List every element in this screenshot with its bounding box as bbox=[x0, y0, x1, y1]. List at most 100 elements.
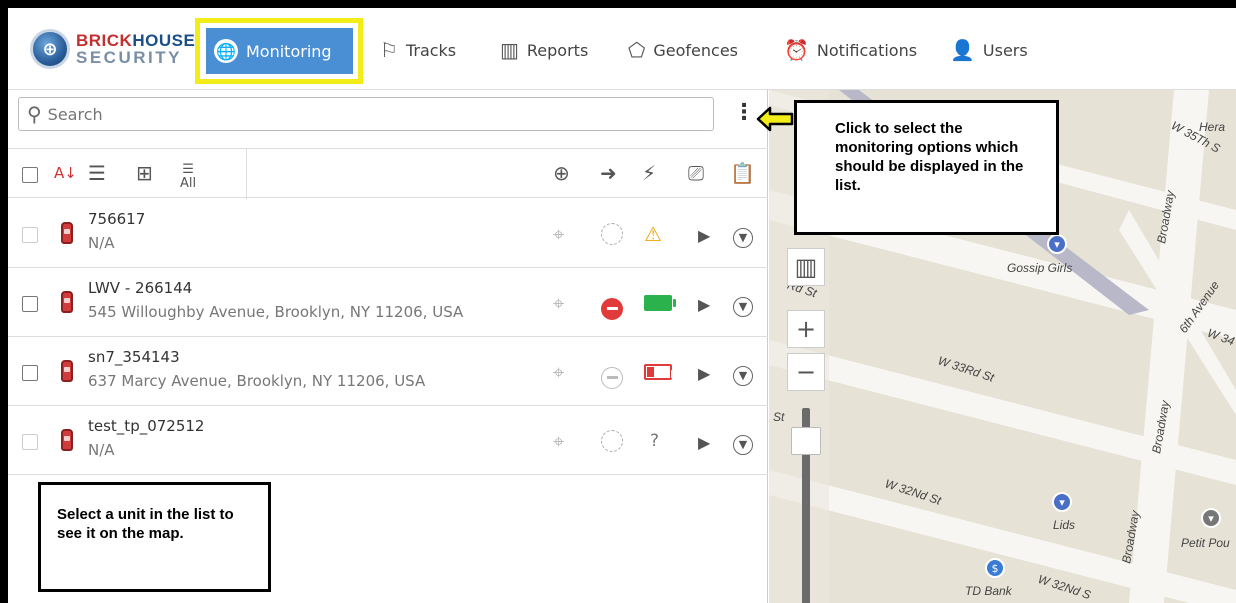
unit-row[interactable]: 756617 N/A ⌖ ⚠ ▶ ▼ bbox=[8, 200, 768, 268]
alarm-clock-icon: ⏰ bbox=[784, 38, 809, 62]
show-all-units-icon[interactable]: ☰ All bbox=[180, 163, 196, 191]
list-toolbar: A↓ ☰ ⊞ ☰ All ⊕ ➜ ⚡ ⎚ 📋 bbox=[8, 148, 768, 199]
locate-crosshair-icon[interactable]: ⌖ bbox=[553, 429, 564, 453]
unit-name: LWV - 266144 bbox=[88, 279, 193, 297]
bank-dollar-icon[interactable]: $ bbox=[985, 558, 1005, 578]
locate-crosshair-icon[interactable]: ⌖ bbox=[553, 222, 564, 246]
nav-monitoring[interactable]: 🌐 Monitoring bbox=[206, 28, 353, 74]
search-input[interactable] bbox=[47, 104, 648, 124]
unit-address: 637 Marcy Avenue, Brooklyn, NY 11206, US… bbox=[88, 372, 426, 390]
bakery-icon[interactable]: ▾ bbox=[1201, 508, 1221, 528]
yellow-arrow-left-icon bbox=[756, 106, 794, 132]
monitoring-options-menu-icon[interactable]: ⋮ bbox=[733, 100, 755, 130]
battery-column-icon[interactable]: ⚡ bbox=[642, 161, 656, 185]
battery-low-icon bbox=[644, 360, 674, 385]
battery-full-icon bbox=[644, 291, 676, 316]
chevron-down-icon[interactable]: ▼ bbox=[733, 291, 753, 317]
play-icon[interactable]: ▶ bbox=[698, 362, 710, 386]
crosshair-column-icon[interactable]: ⊕ bbox=[553, 161, 570, 185]
user-icon: 👤 bbox=[950, 38, 975, 62]
nav-monitoring-label: Monitoring bbox=[246, 41, 332, 61]
nav-users[interactable]: 👤 Users bbox=[950, 36, 1028, 64]
car-icon bbox=[61, 291, 73, 313]
arrow-circle-column-icon[interactable]: ➜ bbox=[600, 161, 617, 185]
zoom-out-label: − bbox=[795, 358, 817, 386]
unit-address: 545 Willoughby Avenue, Brooklyn, NY 1120… bbox=[88, 303, 464, 321]
add-units-icon[interactable]: ⊞ bbox=[136, 161, 153, 185]
unit-checkbox[interactable] bbox=[22, 227, 38, 243]
nav-reports[interactable]: ▥ Reports bbox=[500, 36, 588, 64]
connection-unknown-icon bbox=[601, 222, 623, 250]
search-box: ⚲ bbox=[18, 97, 714, 131]
globe-icon: 🌐 bbox=[214, 39, 238, 63]
select-unit-callout: Select a unit in the list to see it on t… bbox=[38, 482, 271, 592]
toolbar-divider bbox=[246, 149, 247, 199]
report-chart-icon: ▥ bbox=[500, 38, 519, 62]
unit-row[interactable]: test_tp_072512 N/A ⌖ ? ▶ ▼ bbox=[8, 407, 768, 475]
nav-geofences-label: Geofences bbox=[653, 40, 739, 60]
locate-crosshair-icon[interactable]: ⌖ bbox=[553, 360, 564, 384]
brand-text-security: SECURITY bbox=[76, 48, 182, 67]
unit-name: 756617 bbox=[88, 210, 146, 228]
street-label: Hera bbox=[1199, 120, 1226, 134]
unit-checkbox[interactable] bbox=[22, 434, 38, 450]
poi-label: Petit Pou bbox=[1181, 536, 1230, 550]
connection-unknown-icon bbox=[601, 429, 623, 457]
chevron-down-icon[interactable]: ▼ bbox=[733, 222, 753, 248]
shopping-cart-icon[interactable]: ▾ bbox=[1052, 492, 1072, 512]
monitoring-options-callout: Click to select the monitoring options w… bbox=[794, 100, 1059, 235]
clipboard-column-icon[interactable]: 📋 bbox=[730, 161, 755, 185]
unit-name: test_tp_072512 bbox=[88, 417, 205, 435]
unit-row[interactable]: sn7_354143 637 Marcy Avenue, Brooklyn, N… bbox=[8, 338, 768, 406]
nav-reports-label: Reports bbox=[526, 40, 589, 60]
zoom-slider-handle[interactable] bbox=[791, 427, 821, 455]
nav-geofences[interactable]: ⬠ Geofences bbox=[628, 36, 738, 64]
list-view-icon[interactable]: ☰ bbox=[88, 161, 106, 185]
shopping-cart-icon[interactable]: ▾ bbox=[1047, 234, 1067, 254]
chevron-down-icon[interactable]: ▼ bbox=[733, 429, 753, 455]
unit-address: N/A bbox=[88, 234, 115, 252]
zoom-out-button[interactable]: − bbox=[787, 353, 825, 391]
checkered-flag-icon: ⚐ bbox=[380, 38, 398, 62]
callout-options-text: Click to select the monitoring options w… bbox=[835, 120, 1024, 194]
play-icon[interactable]: ▶ bbox=[698, 293, 710, 317]
chevron-down-icon[interactable]: ▼ bbox=[733, 360, 753, 386]
nav-users-label: Users bbox=[982, 40, 1028, 60]
brand-logo[interactable]: ⊕ BRICKHOUSE SECURITY bbox=[30, 26, 195, 72]
unit-checkbox[interactable] bbox=[22, 296, 38, 312]
nav-tracks[interactable]: ⚐ Tracks bbox=[380, 36, 456, 64]
app-frame: ⊕ BRICKHOUSE SECURITY 🌐 Monitoring ⚐ Tra… bbox=[8, 8, 1236, 603]
nav-notifications[interactable]: ⏰ Notifications bbox=[784, 36, 917, 64]
stopped-gray-icon bbox=[601, 360, 623, 389]
show-all-label: All bbox=[180, 176, 197, 191]
play-icon[interactable]: ▶ bbox=[698, 431, 710, 455]
display-column-icon[interactable]: ⎚ bbox=[688, 161, 704, 185]
nav-notifications-label: Notifications bbox=[816, 40, 918, 60]
nav-tracks-label: Tracks bbox=[405, 40, 457, 60]
geofence-polygon-icon: ⬠ bbox=[628, 38, 646, 62]
sort-az-icon[interactable]: A↓ bbox=[54, 161, 77, 185]
callout-select-text: Select a unit in the list to see it on t… bbox=[57, 506, 234, 542]
stopped-icon bbox=[601, 291, 623, 320]
locate-crosshair-icon[interactable]: ⌖ bbox=[553, 291, 564, 315]
poi-label: Gossip Girls bbox=[1007, 261, 1073, 275]
search-icon: ⚲ bbox=[27, 102, 42, 126]
warning-triangle-icon: ⚠ bbox=[644, 222, 662, 246]
top-navigation: ⊕ BRICKHOUSE SECURITY 🌐 Monitoring ⚐ Tra… bbox=[8, 8, 1236, 90]
select-all-checkbox[interactable] bbox=[22, 167, 38, 183]
poi-label: Lids bbox=[1053, 518, 1076, 532]
unit-address: N/A bbox=[88, 441, 115, 459]
car-icon bbox=[61, 360, 73, 382]
unit-checkbox[interactable] bbox=[22, 365, 38, 381]
car-icon bbox=[61, 222, 73, 244]
play-icon[interactable]: ▶ bbox=[698, 224, 710, 248]
brand-shield-icon: ⊕ bbox=[30, 29, 70, 69]
car-icon bbox=[61, 429, 73, 451]
unit-row[interactable]: LWV - 266144 545 Willoughby Avenue, Broo… bbox=[8, 269, 768, 337]
street-label: St bbox=[773, 410, 785, 424]
unit-name: sn7_354143 bbox=[88, 348, 180, 366]
zoom-in-label: + bbox=[795, 315, 817, 343]
zoom-in-button[interactable]: + bbox=[787, 310, 825, 348]
map-layers-icon[interactable]: ▥ bbox=[787, 248, 825, 286]
question-mark-icon: ? bbox=[650, 431, 660, 451]
